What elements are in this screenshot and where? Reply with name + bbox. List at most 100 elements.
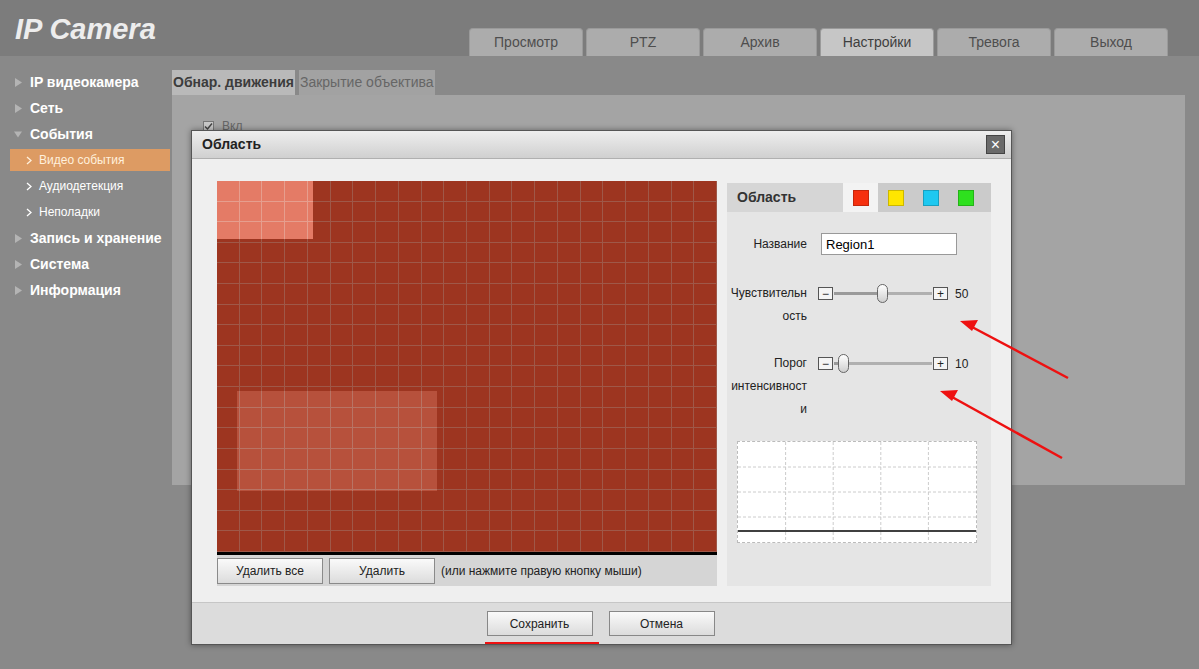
- region-cell[interactable]: [512, 511, 535, 532]
- region-cell[interactable]: [626, 428, 649, 449]
- region-cell[interactable]: [490, 470, 513, 491]
- region-cell[interactable]: [649, 470, 672, 491]
- region-cell[interactable]: [422, 366, 445, 387]
- region-cell[interactable]: [240, 531, 263, 552]
- region-cell[interactable]: [467, 511, 490, 532]
- region-cell[interactable]: [603, 284, 626, 305]
- slider-track[interactable]: [834, 292, 932, 295]
- region-cell[interactable]: [308, 387, 331, 408]
- region-cell[interactable]: [626, 511, 649, 532]
- region-cell[interactable]: [331, 428, 354, 449]
- region-cell[interactable]: [444, 243, 467, 264]
- region-cell[interactable]: [376, 222, 399, 243]
- region-cell[interactable]: [285, 222, 308, 243]
- region-cell[interactable]: [649, 243, 672, 264]
- region-cell[interactable]: [672, 222, 695, 243]
- video-button[interactable]: Удалить все: [217, 558, 323, 584]
- region-cell[interactable]: [308, 305, 331, 326]
- region-cell[interactable]: [353, 222, 376, 243]
- region-cell[interactable]: [535, 366, 558, 387]
- region-cell[interactable]: [603, 305, 626, 326]
- region-cell[interactable]: [626, 263, 649, 284]
- region-cell[interactable]: [217, 243, 240, 264]
- region-cell[interactable]: [558, 222, 581, 243]
- region-cell[interactable]: [467, 202, 490, 223]
- minus-button[interactable]: −: [818, 357, 833, 370]
- region-cell[interactable]: [353, 243, 376, 264]
- video-frame[interactable]: [217, 181, 717, 552]
- region-cell[interactable]: [490, 531, 513, 552]
- region-cell[interactable]: [603, 366, 626, 387]
- region-cell[interactable]: [512, 305, 535, 326]
- region-cell[interactable]: [376, 202, 399, 223]
- region-cell[interactable]: [512, 387, 535, 408]
- region-cell[interactable]: [217, 387, 240, 408]
- region-cell[interactable]: [422, 408, 445, 429]
- region-cell[interactable]: [512, 408, 535, 429]
- region-cell[interactable]: [331, 284, 354, 305]
- region-cell[interactable]: [467, 222, 490, 243]
- region-cell[interactable]: [603, 325, 626, 346]
- region-cell[interactable]: [467, 181, 490, 202]
- region-cell[interactable]: [331, 449, 354, 470]
- region-cell[interactable]: [353, 305, 376, 326]
- region-cell[interactable]: [422, 449, 445, 470]
- region-cell[interactable]: [581, 305, 604, 326]
- region-cell[interactable]: [694, 284, 717, 305]
- region-cell[interactable]: [353, 346, 376, 367]
- region-cell[interactable]: [444, 181, 467, 202]
- region-cell[interactable]: [649, 305, 672, 326]
- region-cell[interactable]: [490, 366, 513, 387]
- region-cell[interactable]: [285, 243, 308, 264]
- region-cell[interactable]: [240, 243, 263, 264]
- region-cell[interactable]: [399, 428, 422, 449]
- region-cell[interactable]: [581, 366, 604, 387]
- top-tab[interactable]: PTZ: [586, 28, 700, 56]
- region-cell[interactable]: [331, 387, 354, 408]
- region-cell[interactable]: [285, 284, 308, 305]
- region-cell[interactable]: [672, 305, 695, 326]
- region-cell[interactable]: [399, 222, 422, 243]
- region-cell[interactable]: [376, 325, 399, 346]
- region-cell[interactable]: [626, 222, 649, 243]
- region-cell[interactable]: [649, 449, 672, 470]
- region-cell[interactable]: [240, 428, 263, 449]
- sidebar-sub-box[interactable]: Аудиодетекция: [10, 175, 170, 197]
- region-cell[interactable]: [467, 428, 490, 449]
- region-cell[interactable]: [308, 531, 331, 552]
- region-cell[interactable]: [444, 263, 467, 284]
- region-cell[interactable]: [353, 366, 376, 387]
- region-cell[interactable]: [603, 202, 626, 223]
- region-cell[interactable]: [331, 305, 354, 326]
- region-cell[interactable]: [262, 366, 285, 387]
- top-tab[interactable]: Настройки: [820, 28, 934, 56]
- sidebar-sub-item[interactable]: Видео события: [0, 147, 172, 173]
- plus-button[interactable]: +: [933, 357, 948, 370]
- region-cell[interactable]: [444, 449, 467, 470]
- region-cell[interactable]: [308, 202, 331, 223]
- region-cell[interactable]: [399, 511, 422, 532]
- region-cell[interactable]: [626, 387, 649, 408]
- region-cell[interactable]: [694, 408, 717, 429]
- region-cell[interactable]: [581, 470, 604, 491]
- region-cell[interactable]: [490, 511, 513, 532]
- region-cell[interactable]: [672, 366, 695, 387]
- region-cell[interactable]: [603, 243, 626, 264]
- region-cell[interactable]: [512, 263, 535, 284]
- region-cell[interactable]: [535, 449, 558, 470]
- region-cell[interactable]: [603, 387, 626, 408]
- sidebar-section[interactable]: Сеть: [0, 95, 172, 121]
- region-cell[interactable]: [399, 387, 422, 408]
- region-cell[interactable]: [331, 366, 354, 387]
- region-cell[interactable]: [558, 490, 581, 511]
- region-cell[interactable]: [422, 428, 445, 449]
- region-cell[interactable]: [581, 325, 604, 346]
- region-cell[interactable]: [331, 202, 354, 223]
- region-cell[interactable]: [331, 181, 354, 202]
- region-cell[interactable]: [603, 428, 626, 449]
- region-cell[interactable]: [694, 428, 717, 449]
- region-cell[interactable]: [603, 222, 626, 243]
- region-cell[interactable]: [581, 202, 604, 223]
- region-cell[interactable]: [444, 470, 467, 491]
- region-cell[interactable]: [331, 325, 354, 346]
